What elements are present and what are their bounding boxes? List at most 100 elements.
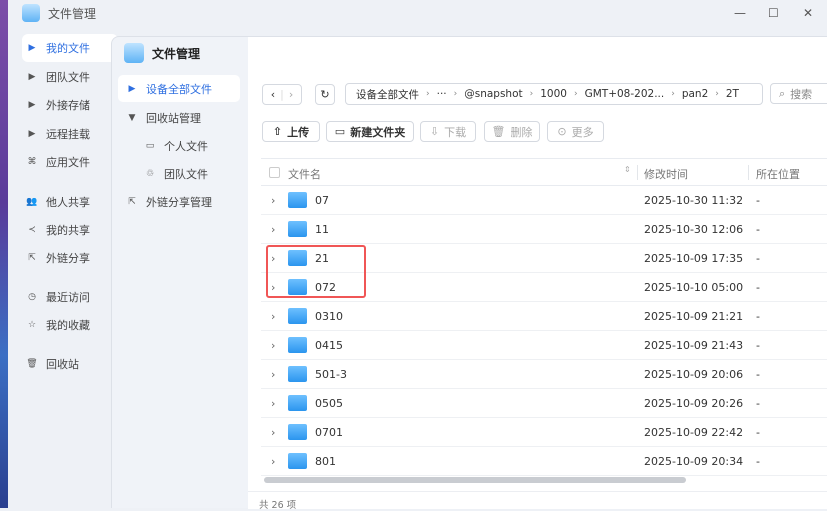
refresh-button[interactable]: ↻: [315, 84, 335, 105]
table-row[interactable]: › 07 2025-10-30 11:32-: [261, 186, 827, 215]
window-title: 文件管理: [22, 4, 96, 22]
column-location[interactable]: 所在位置: [756, 166, 800, 182]
table-row[interactable]: › 0310 2025-10-09 21:21-: [261, 302, 827, 331]
close-button[interactable]: ✕: [803, 6, 813, 20]
expand-icon[interactable]: ›: [271, 310, 275, 323]
new-folder-button[interactable]: ▭ 新建文件夹: [326, 121, 414, 142]
left-nav-item[interactable]: ☆ 我的收藏: [22, 311, 118, 339]
breadcrumb-separator-icon: ›: [529, 89, 534, 99]
location: -: [756, 426, 760, 439]
expand-icon[interactable]: ›: [271, 455, 275, 468]
folder-icon: [288, 337, 307, 353]
file-name[interactable]: 0505: [315, 397, 343, 410]
file-name[interactable]: 501-3: [315, 368, 347, 381]
file-name[interactable]: 11: [315, 223, 329, 236]
left-nav-item[interactable]: ▶ 团队文件: [22, 63, 118, 91]
delete-button[interactable]: 🗑 删除: [484, 121, 540, 142]
upload-button[interactable]: ⇧ 上传: [262, 121, 320, 142]
download-button[interactable]: ⇩ 下载: [420, 121, 476, 142]
highlight-box: [266, 245, 366, 298]
table-row[interactable]: › 0415 2025-10-09 21:43-: [261, 331, 827, 360]
share-icon: ≺: [28, 225, 36, 235]
left-nav-label: 我的共享: [46, 224, 90, 237]
breadcrumb-item[interactable]: @snapshot: [464, 88, 522, 100]
footer-divider: [248, 491, 827, 492]
table-row[interactable]: › 0505 2025-10-09 20:26-: [261, 389, 827, 418]
inner-sidebar-item[interactable]: ▼ 回收站管理: [118, 104, 240, 131]
inner-sidebar-item[interactable]: ⇱ 外链分享管理: [118, 188, 240, 215]
left-nav-item[interactable]: ≺ 我的共享: [22, 216, 118, 244]
location: -: [756, 339, 760, 352]
inner-sidebar-item[interactable]: ♲ 团队文件: [118, 160, 240, 187]
column-divider: [748, 165, 749, 180]
more-button[interactable]: ⊙ 更多: [547, 121, 604, 142]
column-modified[interactable]: 修改时间: [644, 166, 688, 182]
search-input[interactable]: ⌕ 搜索: [770, 83, 827, 104]
clock-icon: ◷: [28, 292, 36, 302]
left-nav-item[interactable]: 🗑 回收站: [22, 350, 118, 378]
left-nav-label: 外接存储: [46, 99, 90, 112]
inner-sidebar-item[interactable]: ▭ 个人文件: [118, 132, 240, 159]
file-name[interactable]: 07: [315, 194, 329, 207]
file-name[interactable]: 801: [315, 455, 336, 468]
table-row[interactable]: › 501-3 2025-10-09 20:06-: [261, 360, 827, 389]
search-placeholder: 搜索: [790, 87, 813, 101]
table-row[interactable]: › 11 2025-10-30 12:06-: [261, 215, 827, 244]
desktop-edge: [0, 0, 8, 508]
maximize-button[interactable]: ☐: [768, 6, 779, 20]
folder-outline-icon: ▭: [145, 140, 155, 151]
more-label: 更多: [571, 125, 594, 139]
expand-icon[interactable]: ›: [271, 426, 275, 439]
minimize-button[interactable]: —: [734, 6, 746, 20]
column-divider: [637, 165, 638, 180]
back-icon[interactable]: ‹: [271, 88, 275, 101]
table-row[interactable]: › 0701 2025-10-09 22:42-: [261, 418, 827, 447]
horizontal-scrollbar[interactable]: [264, 477, 686, 483]
window-title-text: 文件管理: [48, 6, 97, 21]
modified-time: 2025-10-09 17:35: [644, 252, 744, 265]
column-name[interactable]: 文件名: [288, 166, 321, 182]
left-nav-item[interactable]: ⌘ 应用文件: [22, 148, 118, 176]
left-nav-item[interactable]: ⇱ 外链分享: [22, 244, 118, 272]
breadcrumb-separator-icon: ›: [426, 89, 430, 99]
left-nav-label: 团队文件: [46, 71, 90, 84]
forward-icon[interactable]: ›: [289, 88, 293, 101]
file-name[interactable]: 0701: [315, 426, 343, 439]
folder-icon: [288, 395, 307, 411]
expand-icon[interactable]: ›: [271, 223, 275, 236]
modified-time: 2025-10-09 20:26: [644, 397, 744, 410]
expand-icon[interactable]: ›: [271, 368, 275, 381]
breadcrumb-separator-icon: ›: [671, 89, 675, 99]
location: -: [756, 397, 760, 410]
sort-icon[interactable]: ⇕: [624, 165, 631, 174]
expand-icon[interactable]: ›: [271, 194, 275, 207]
breadcrumb-item[interactable]: 2T: [726, 88, 739, 100]
table-row[interactable]: › 801 2025-10-09 20:34-: [261, 447, 827, 476]
breadcrumb-item[interactable]: 设备全部文件: [356, 87, 419, 102]
left-nav-item[interactable]: 👥 他人共享: [22, 188, 118, 216]
left-nav-item[interactable]: ▶ 远程挂载: [22, 120, 118, 148]
breadcrumb-item[interactable]: ···: [437, 88, 447, 100]
file-name[interactable]: 0310: [315, 310, 343, 323]
back-forward-buttons[interactable]: ‹ | ›: [262, 84, 302, 105]
breadcrumb-item[interactable]: pan2: [682, 88, 708, 100]
breadcrumb-item[interactable]: GMT+08-202...: [585, 88, 665, 100]
breadcrumb[interactable]: 设备全部文件 › ··· › @snapshot › 1000 › GMT+08-202... ›…: [345, 83, 763, 105]
expand-icon[interactable]: ›: [271, 397, 275, 410]
expand-icon[interactable]: ›: [271, 339, 275, 352]
inner-sidebar-item[interactable]: ▶ 设备全部文件: [118, 75, 240, 102]
left-nav-item[interactable]: ◷ 最近访问: [22, 283, 118, 311]
left-nav-label: 最近访问: [46, 291, 90, 304]
left-nav-item[interactable]: ▶ 外接存储: [22, 91, 118, 119]
caret-right-icon: ▶: [28, 43, 36, 53]
inner-title: 文件管理: [124, 43, 200, 63]
select-all-checkbox[interactable]: [269, 167, 280, 178]
breadcrumb-item[interactable]: 1000: [540, 88, 567, 100]
left-nav-label: 回收站: [46, 358, 79, 371]
file-name[interactable]: 0415: [315, 339, 343, 352]
location: -: [756, 223, 760, 236]
inner-sidebar-label: 回收站管理: [146, 111, 201, 125]
refresh-icon: ↻: [320, 88, 330, 101]
left-nav-item[interactable]: ▶ 我的文件: [22, 34, 118, 62]
modified-time: 2025-10-30 12:06: [644, 223, 744, 236]
